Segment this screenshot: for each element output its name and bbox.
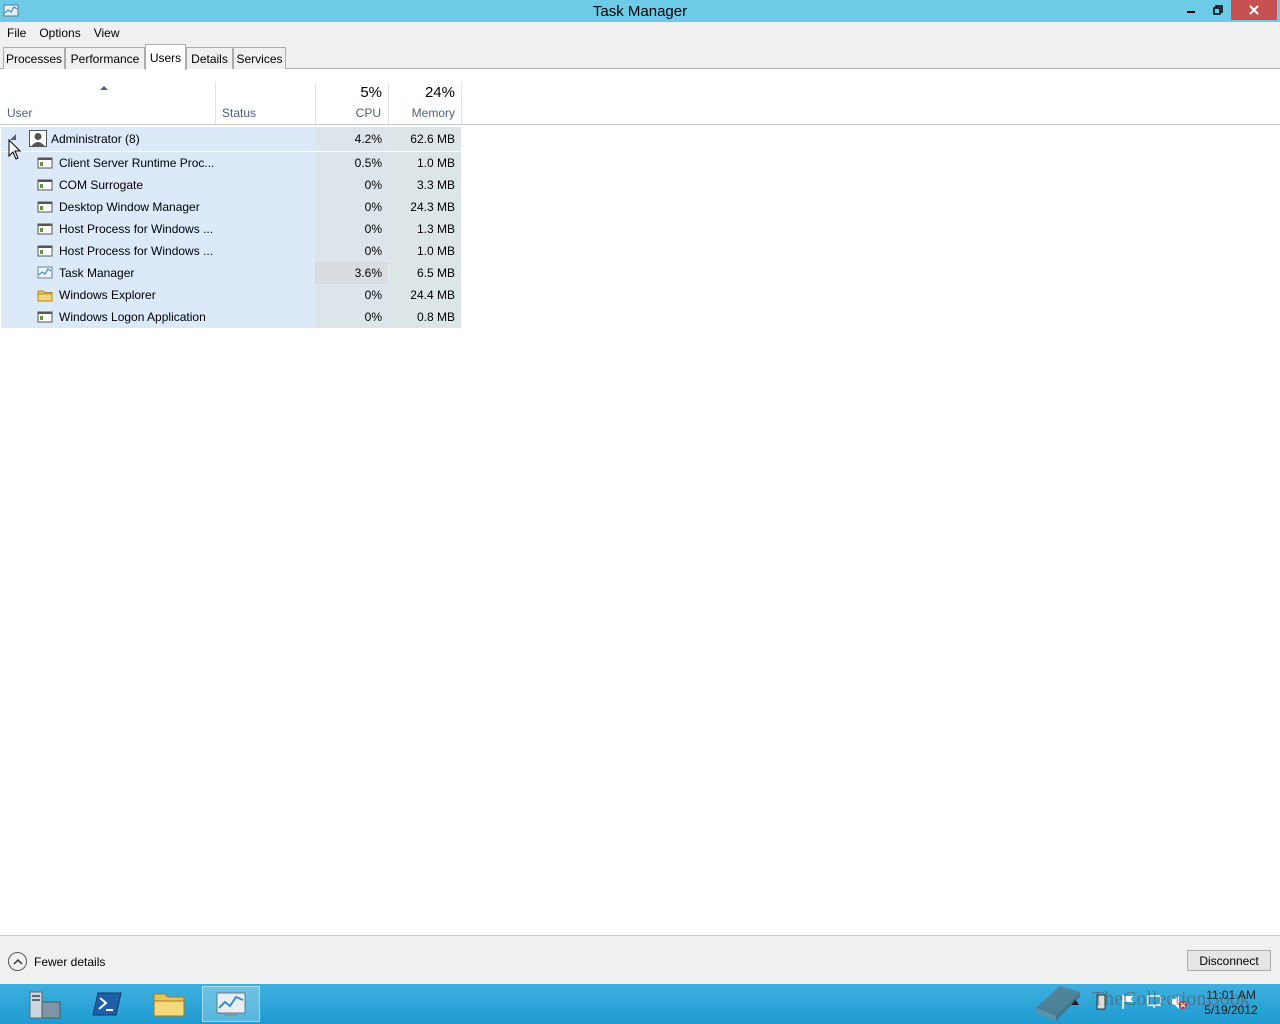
process-cpu: 0% <box>315 218 388 240</box>
taskbar-server-manager[interactable] <box>16 986 74 1022</box>
restore-icon <box>1212 5 1223 15</box>
process-name: Client Server Runtime Proc... <box>59 156 215 170</box>
process-name: Windows Explorer <box>59 288 156 302</box>
tab-strip: Processes Performance Users Details Serv… <box>0 44 1280 70</box>
taskbar-powershell[interactable] <box>78 986 136 1022</box>
title-bar: Task Manager <box>0 0 1280 22</box>
restore-button[interactable] <box>1204 0 1231 20</box>
user-name: Administrator (8) <box>51 132 140 146</box>
process-cpu: 0% <box>315 174 388 196</box>
footer-bar: Fewer details Disconnect <box>0 935 1280 984</box>
process-row[interactable]: Client Server Runtime Proc... 0.5% 1.0 M… <box>1 152 461 174</box>
process-name: COM Surrogate <box>59 178 144 192</box>
tab-performance[interactable]: Performance <box>65 47 145 69</box>
book-logo-icon <box>1036 986 1080 1021</box>
task-manager-icon <box>37 266 53 279</box>
powershell-icon <box>92 992 122 1016</box>
process-row[interactable]: Windows Explorer 0% 24.4 MB <box>1 284 461 306</box>
taskbar-task-manager[interactable] <box>202 986 260 1022</box>
folder-icon <box>153 993 185 1017</box>
tab-details[interactable]: Details <box>186 47 233 69</box>
process-cpu: 0.5% <box>315 152 388 174</box>
process-cpu: 3.6% <box>315 262 388 284</box>
task-manager-icon <box>216 992 246 1016</box>
minimize-button[interactable] <box>1177 0 1204 20</box>
column-label-user: User <box>7 106 33 120</box>
process-memory: 3.3 MB <box>389 174 461 196</box>
taskbar-file-explorer[interactable] <box>140 986 198 1022</box>
process-name: Host Process for Windows ... <box>59 244 214 258</box>
tab-services[interactable]: Services <box>233 47 286 69</box>
window-title: Task Manager <box>592 3 688 20</box>
column-header-status[interactable]: Status <box>216 82 316 124</box>
process-row[interactable]: Host Process for Windows ... 0% 1.0 MB <box>1 240 461 262</box>
process-name: Windows Logon Application <box>59 310 206 324</box>
menu-view[interactable]: View <box>94 26 120 40</box>
process-name: Host Process for Windows ... <box>59 222 214 236</box>
process-row[interactable]: Host Process for Windows ... 0% 1.3 MB <box>1 218 461 240</box>
disconnect-button[interactable]: Disconnect <box>1187 950 1271 971</box>
close-icon <box>1249 5 1259 15</box>
server-manager-icon <box>29 991 61 1019</box>
chevron-up-icon <box>8 952 27 971</box>
user-row-administrator[interactable]: Administrator (8) 4.2% 62.6 MB <box>1 127 461 151</box>
process-memory: 1.0 MB <box>389 240 461 262</box>
folder-icon <box>37 290 53 302</box>
process-memory: 24.4 MB <box>389 284 461 306</box>
column-header-cpu[interactable]: 5% CPU <box>316 82 389 124</box>
process-name: Desktop Window Manager <box>59 200 200 214</box>
menu-file[interactable]: File <box>7 26 26 40</box>
app-window-icon <box>37 311 53 323</box>
process-row[interactable]: Task Manager 3.6% 6.5 MB <box>1 262 461 284</box>
process-memory: 1.3 MB <box>389 218 461 240</box>
process-row[interactable]: Desktop Window Manager 0% 24.3 MB <box>1 196 461 218</box>
process-cpu: 0% <box>315 196 388 218</box>
memory-total: 24% <box>424 84 455 101</box>
column-label-memory: Memory <box>411 106 455 120</box>
process-memory: 24.3 MB <box>389 196 461 218</box>
fewer-details-button[interactable]: Fewer details <box>8 952 105 971</box>
tab-users[interactable]: Users <box>145 44 186 70</box>
watermark: TheCollectionBook <box>1030 978 1270 1024</box>
process-row[interactable]: COM Surrogate 0% 3.3 MB <box>1 174 461 196</box>
tab-processes[interactable]: Processes <box>3 47 65 69</box>
process-name: Task Manager <box>59 266 135 280</box>
minimize-icon <box>1186 11 1195 13</box>
app-window-icon <box>37 179 53 191</box>
process-row[interactable]: Windows Logon Application 0% 0.8 MB <box>1 306 461 328</box>
close-button[interactable] <box>1231 0 1277 20</box>
header-divider <box>0 124 1280 125</box>
app-window-icon <box>37 245 53 257</box>
process-memory: 6.5 MB <box>389 262 461 284</box>
process-cpu: 0% <box>315 240 388 262</box>
fewer-details-label: Fewer details <box>34 954 106 969</box>
app-window-icon <box>37 223 53 235</box>
app-window-icon <box>37 157 53 169</box>
mouse-cursor-icon <box>8 139 21 160</box>
column-header-user[interactable]: User <box>0 82 216 124</box>
column-label-cpu: CPU <box>355 106 381 120</box>
user-cpu: 4.2% <box>315 127 388 151</box>
menu-bar: File Options View <box>0 22 1280 44</box>
cpu-total: 5% <box>360 84 382 101</box>
process-memory: 0.8 MB <box>389 306 461 328</box>
column-header-memory[interactable]: 24% Memory <box>389 82 462 124</box>
app-window-icon <box>37 201 53 213</box>
process-memory: 1.0 MB <box>389 152 461 174</box>
user-memory: 62.6 MB <box>389 127 461 151</box>
user-avatar-icon <box>29 130 47 147</box>
process-cpu: 0% <box>315 306 388 328</box>
process-cpu: 0% <box>315 284 388 306</box>
column-label-status: Status <box>222 106 257 120</box>
menu-options[interactable]: Options <box>39 26 80 40</box>
watermark-text: TheCollectionBook <box>1092 988 1250 1010</box>
